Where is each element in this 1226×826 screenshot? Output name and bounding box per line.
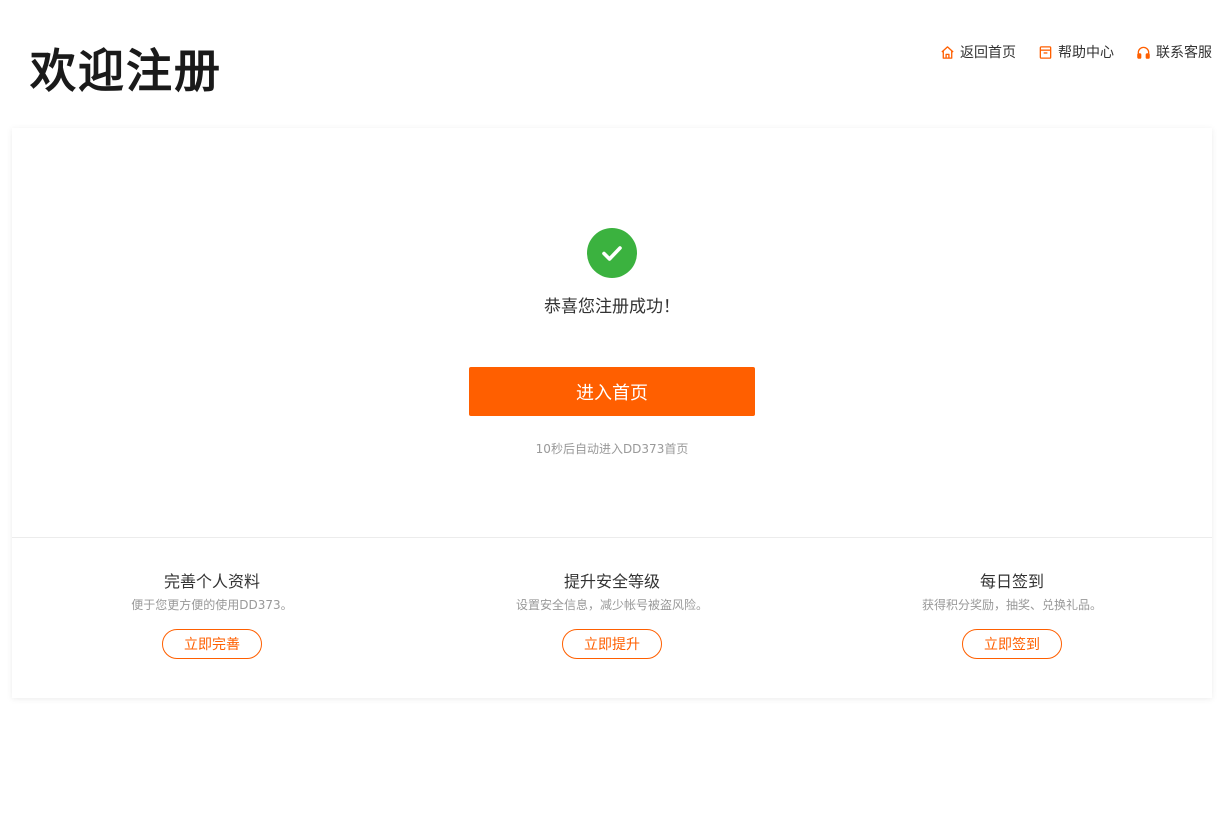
nav-home-link[interactable]: 返回首页 <box>940 42 1016 62</box>
registration-success-card: 恭喜您注册成功！ 进入首页 10秒后自动进入DD373首页 完善个人资料 便于您… <box>12 128 1212 698</box>
nav-service-label: 联系客服 <box>1156 45 1212 61</box>
feature-desc: 获得积分奖励，抽奖、兑换礼品。 <box>921 598 1102 612</box>
help-center-icon <box>1038 45 1053 60</box>
feature-desc: 便于您更方便的使用DD373。 <box>131 598 293 612</box>
check-circle-icon <box>587 228 637 278</box>
top-nav: 返回首页 帮助中心 联系客服 <box>940 42 1212 62</box>
headphones-icon <box>1136 45 1151 60</box>
feature-daily-checkin: 每日签到 获得积分奖励，抽奖、兑换礼品。 立即签到 <box>812 572 1212 659</box>
nav-service-link[interactable]: 联系客服 <box>1136 42 1212 62</box>
feature-title: 完善个人资料 <box>163 572 260 591</box>
feature-security-level: 提升安全等级 设置安全信息，减少帐号被盗风险。 立即提升 <box>412 572 812 659</box>
feature-list: 完善个人资料 便于您更方便的使用DD373。 立即完善 提升安全等级 设置安全信… <box>12 572 1212 659</box>
success-message: 恭喜您注册成功！ <box>544 297 680 317</box>
upgrade-security-button[interactable]: 立即提升 <box>562 629 662 659</box>
divider <box>12 537 1212 538</box>
enter-homepage-button[interactable]: 进入首页 <box>469 367 755 416</box>
checkin-button[interactable]: 立即签到 <box>962 629 1062 659</box>
page: 欢迎注册 返回首页 帮助中心 联系客服 恭喜您注册成功！ 进入首页 10秒后自动… <box>0 0 1226 826</box>
redirect-countdown: 10秒后自动进入DD373首页 <box>535 442 689 456</box>
nav-help-link[interactable]: 帮助中心 <box>1038 42 1114 62</box>
feature-complete-profile: 完善个人资料 便于您更方便的使用DD373。 立即完善 <box>12 572 412 659</box>
feature-title: 每日签到 <box>979 572 1044 591</box>
home-icon <box>940 45 955 60</box>
complete-profile-button[interactable]: 立即完善 <box>162 629 262 659</box>
nav-help-label: 帮助中心 <box>1058 45 1114 61</box>
page-title: 欢迎注册 <box>30 44 222 98</box>
feature-title: 提升安全等级 <box>563 572 660 591</box>
feature-desc: 设置安全信息，减少帐号被盗风险。 <box>515 598 708 612</box>
nav-home-label: 返回首页 <box>960 45 1016 61</box>
